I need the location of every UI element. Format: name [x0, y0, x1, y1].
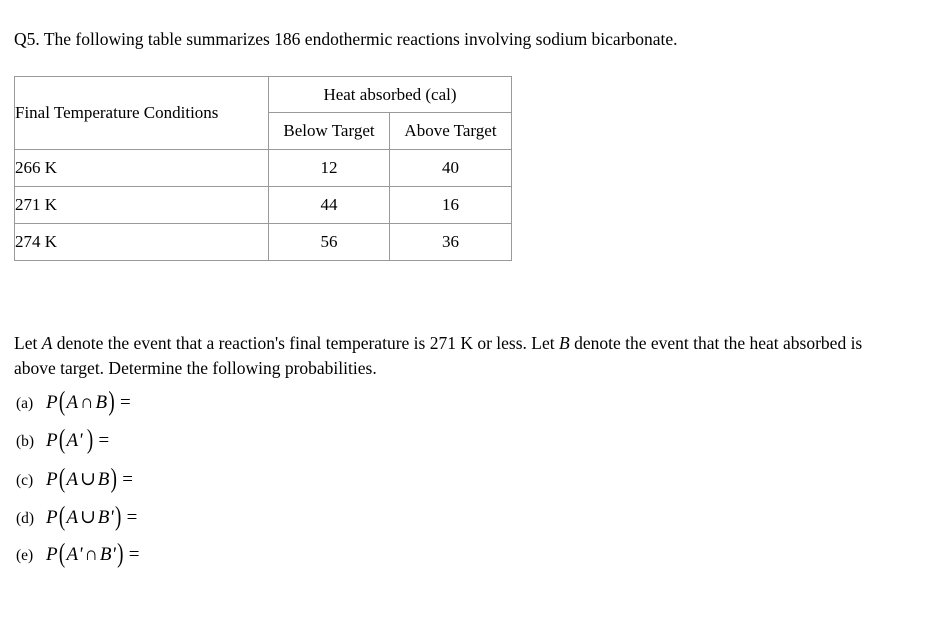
- answer-list: (a) P(A∩B) = (b) P(A') = (c) P(A∪B) = (d) P…: [16, 387, 436, 582]
- table-column-header-above-target: Above Target: [389, 112, 512, 150]
- event-rhs: B': [99, 544, 117, 565]
- set-operator: ∪: [79, 507, 97, 528]
- answer-expression-d: P(A∪B') =: [46, 502, 138, 532]
- table-column-header-below-target: Below Target: [268, 112, 390, 150]
- answer-item-b: (b) P(A') =: [16, 425, 436, 468]
- table-cell-271k-above: 16: [389, 186, 512, 224]
- table-row-label-271k: 271 K: [14, 186, 269, 224]
- paren-close: ): [114, 502, 122, 533]
- problem-statement: Let A denote the event that a reaction's…: [14, 331, 899, 382]
- event-rhs: B: [97, 469, 110, 490]
- answer-expression-c: P(A∪B) =: [46, 464, 134, 494]
- equals-sign: =: [128, 544, 140, 565]
- table-row: 271 K 44 16: [14, 186, 512, 224]
- event-rhs: B': [97, 507, 114, 528]
- paren-open: (: [58, 539, 66, 570]
- event-lhs: A': [66, 430, 83, 451]
- table-cell-266k-above: 40: [389, 149, 512, 187]
- answer-expression-a: P(A∩B) =: [46, 387, 132, 417]
- table-group-header: Heat absorbed (cal): [268, 76, 512, 113]
- statement-variable-a: A: [41, 332, 53, 353]
- statement-text-part1: Let: [14, 332, 42, 353]
- answer-marker-c: (c): [16, 472, 34, 489]
- answer-expression-b: P(A') =: [46, 425, 110, 455]
- paren-close: ): [86, 425, 94, 456]
- table-cell-266k-below: 12: [268, 149, 390, 187]
- equals-sign: =: [126, 507, 138, 528]
- paren-open: (: [58, 464, 66, 495]
- equals-sign: =: [98, 430, 110, 451]
- set-operator: ∩: [84, 544, 99, 565]
- answer-item-e: (e) P(A'∩B') =: [16, 539, 436, 582]
- paren-open: (: [58, 387, 66, 418]
- event-lhs: A: [66, 507, 79, 528]
- answer-item-a: (a) P(A∩B) =: [16, 387, 436, 430]
- table-row: 274 K 56 36: [14, 223, 512, 261]
- table-row-label-274k: 274 K: [14, 223, 269, 261]
- set-operator: ∩: [79, 392, 94, 413]
- statement-variable-b: B: [559, 332, 570, 353]
- paren-close: ): [108, 387, 116, 418]
- summary-table: Final Temperature Conditions Heat absorb…: [14, 76, 512, 261]
- equals-sign: =: [122, 469, 134, 490]
- probability-symbol: P: [46, 469, 58, 490]
- table-corner-header: Final Temperature Conditions: [14, 76, 269, 150]
- answer-marker-a: (a): [16, 395, 34, 412]
- answer-marker-d: (d): [16, 510, 35, 527]
- table-row: 266 K 12 40: [14, 149, 512, 187]
- answer-item-d: (d) P(A∪B') =: [16, 502, 436, 544]
- probability-symbol: P: [46, 544, 58, 565]
- answer-marker-b: (b): [16, 433, 35, 450]
- event-lhs: A: [66, 392, 79, 413]
- probability-symbol: P: [46, 392, 58, 413]
- event-lhs: A': [66, 544, 83, 565]
- table-row-label-266k: 266 K: [14, 149, 269, 187]
- equals-sign: =: [120, 392, 132, 413]
- event-rhs: B: [95, 392, 108, 413]
- table-header-row-group: Final Temperature Conditions Heat absorb…: [14, 76, 512, 150]
- probability-symbol: P: [46, 507, 58, 528]
- probability-symbol: P: [46, 430, 58, 451]
- answer-item-c: (c) P(A∪B) =: [16, 464, 436, 506]
- set-operator: ∪: [79, 469, 97, 490]
- paren-close: ): [110, 464, 118, 495]
- statement-text-part2: denote the event that a reaction's final…: [52, 332, 559, 353]
- table-cell-274k-below: 56: [268, 223, 390, 261]
- event-lhs: A: [66, 469, 79, 490]
- paren-open: (: [58, 425, 66, 456]
- answer-marker-e: (e): [16, 547, 34, 564]
- question-stem: Q5. The following table summarizes 186 e…: [14, 29, 678, 49]
- answer-expression-e: P(A'∩B') =: [46, 539, 140, 569]
- table-cell-271k-below: 44: [268, 186, 390, 224]
- table-cell-274k-above: 36: [389, 223, 512, 261]
- paren-open: (: [58, 502, 66, 533]
- paren-close: ): [117, 539, 124, 570]
